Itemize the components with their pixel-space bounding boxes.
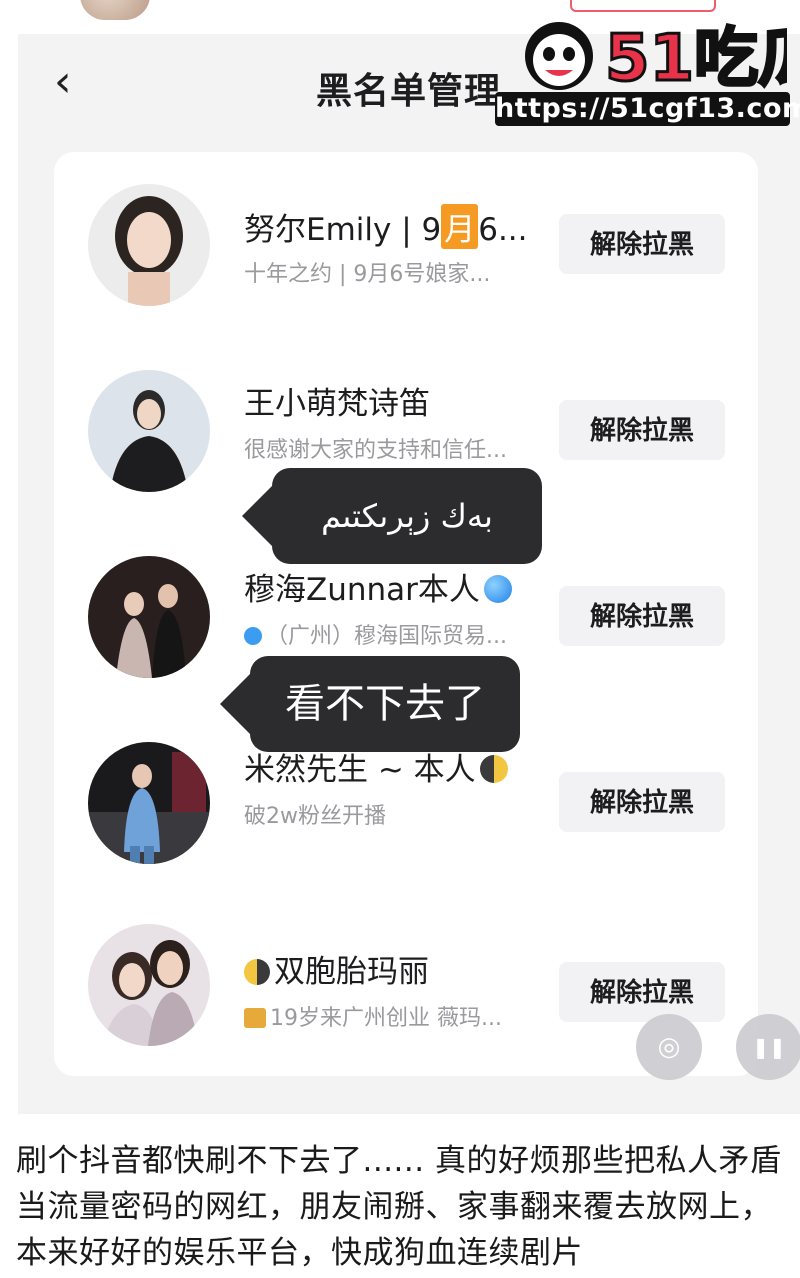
unblock-button[interactable]: 解除拉黑 [559, 214, 725, 274]
user-name-text: 穆海Zunnar本人 [244, 572, 480, 608]
month-badge: 月 [441, 204, 479, 249]
user-name[interactable]: 穆海Zunnar本人 [244, 564, 512, 609]
user-name-text: 双胞胎玛丽 [274, 954, 429, 990]
user-name-text: 米然先生 ~ 本人 [244, 752, 476, 788]
avatar [88, 370, 210, 492]
unblock-button[interactable]: 解除拉黑 [559, 962, 725, 1022]
moon-icon [479, 755, 508, 783]
pause-button[interactable]: ❚❚ [736, 1014, 800, 1080]
chevron-left-icon: ‹ [54, 56, 72, 107]
avatar [88, 556, 210, 678]
back-button[interactable]: ‹ [54, 60, 84, 104]
user-name-text: 6... [478, 212, 528, 248]
scan-button[interactable]: ◎ [636, 1014, 702, 1080]
scan-icon: ◎ [657, 1032, 681, 1062]
comment-bubble: 看不下去了 [220, 656, 520, 752]
avatar [88, 924, 210, 1046]
blue-badge-icon [483, 575, 512, 603]
user-subtitle: 破2w粉丝开播 [244, 804, 386, 829]
list-item: 努尔Emily | 9月6... 十年之约 | 9月6号娘家... 解除拉黑 [54, 152, 758, 336]
user-subtitle: 十年之约 | 9月6号娘家... [244, 262, 491, 287]
avatar-peek [80, 0, 150, 20]
unblock-button[interactable]: 解除拉黑 [559, 586, 725, 646]
post-caption: 刷个抖音都快刷不下去了...... 真的好烦那些把私人矛盾当流量密码的网红，朋友… [16, 1143, 782, 1271]
watermark-logo: 51吃瓜 [525, 21, 787, 94]
watermark-url: https://51cgf13.com [495, 92, 800, 126]
user-subtitle: 很感谢大家的支持和信任... [244, 438, 507, 463]
moon-icon [244, 959, 270, 985]
comment-bubble: بەك زېرىكتىم [242, 468, 542, 564]
unblock-button[interactable]: 解除拉黑 [559, 772, 725, 832]
user-subtitle-text: （广州）穆海国际贸易... [266, 624, 507, 649]
unblock-button[interactable]: 解除拉黑 [559, 400, 725, 460]
page-title: 黑名单管理 [316, 71, 502, 112]
watermark: 51吃瓜 https://51cgf13.com [495, 8, 800, 126]
user-name-text: 努尔Emily | 9 [244, 212, 442, 248]
user-subtitle: 19岁来广州创业 薇玛... [244, 1000, 502, 1032]
user-name[interactable]: 双胞胎玛丽 [244, 946, 429, 991]
pause-icon: ❚❚ [752, 1035, 786, 1059]
gift-icon [244, 1008, 266, 1028]
user-name[interactable]: 王小萌梵诗笛 [244, 378, 430, 423]
user-name[interactable]: 努尔Emily | 9月6... [244, 204, 528, 249]
user-subtitle: （广州）穆海国际贸易... [244, 618, 507, 650]
avatar [88, 184, 210, 306]
blocklist-card: 努尔Emily | 9月6... 十年之约 | 9月6号娘家... 解除拉黑 王… [54, 152, 758, 1076]
blue-dot-icon [244, 627, 262, 645]
svg-text:51吃瓜: 51吃瓜 [605, 22, 787, 94]
user-subtitle-text: 19岁来广州创业 薇玛... [270, 1006, 502, 1031]
avatar [88, 742, 210, 864]
